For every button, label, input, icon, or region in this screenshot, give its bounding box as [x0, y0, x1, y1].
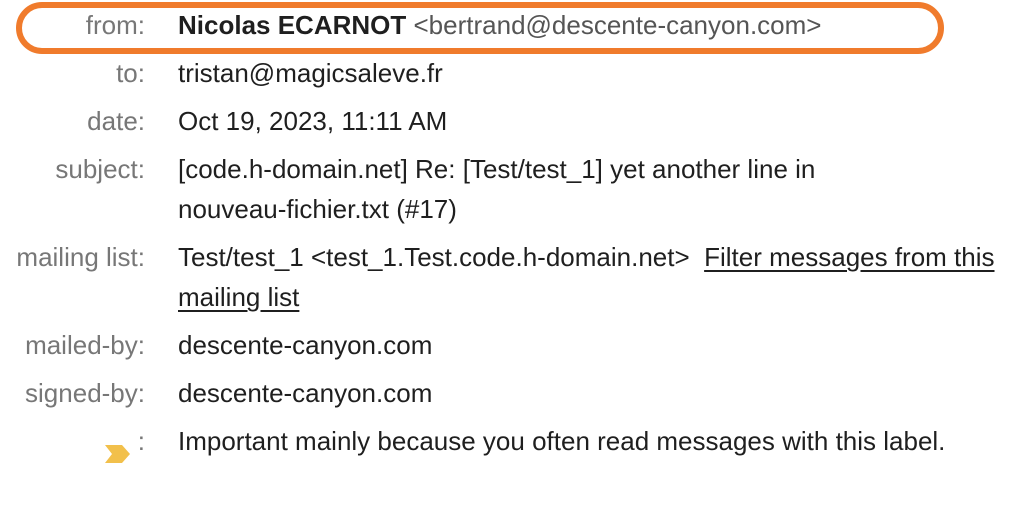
to-label: to: — [116, 58, 145, 88]
to-value: tristan@magicsaleve.fr — [178, 58, 443, 88]
from-highlight-outline — [16, 2, 944, 54]
importance-label: : — [104, 421, 145, 464]
date-label: date: — [87, 106, 145, 136]
mailed-by-value: descente-canyon.com — [178, 330, 433, 360]
subject-label: subject: — [55, 154, 145, 184]
mailing-list-label: mailing list: — [16, 242, 145, 272]
mailed-by-label: mailed-by: — [25, 330, 145, 360]
signed-by-value: descente-canyon.com — [178, 378, 433, 408]
signed-by-label: signed-by: — [25, 378, 145, 408]
subject-value: [code.h-domain.net] Re: [Test/test_1] ye… — [178, 154, 816, 224]
importance-value: Important mainly because you often read … — [178, 426, 946, 456]
importance-marker-icon — [104, 434, 131, 464]
mailing-list-value: Test/test_1 <test_1.Test.code.h-domain.n… — [178, 237, 1016, 317]
importance-colon: : — [137, 426, 145, 456]
date-value: Oct 19, 2023, 11:11 AM — [178, 106, 448, 136]
mailing-list-address: Test/test_1 <test_1.Test.code.h-domain.n… — [178, 242, 690, 272]
